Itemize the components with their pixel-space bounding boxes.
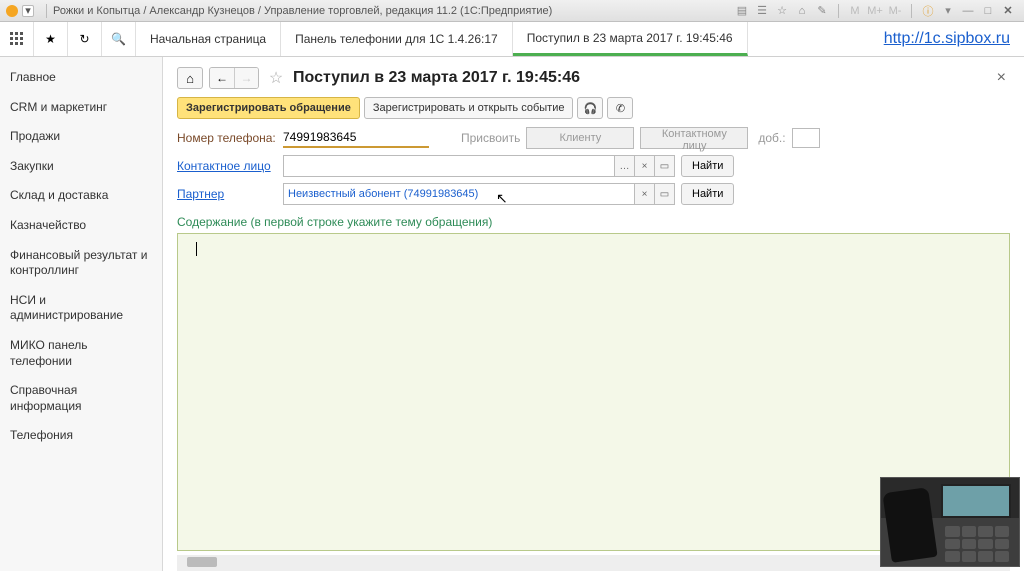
sidebar-item-label: CRM и маркетинг bbox=[10, 100, 107, 114]
button-label: Зарегистрировать обращение bbox=[186, 102, 351, 114]
sidebar-item-telephony[interactable]: Телефония bbox=[0, 421, 162, 451]
button-label: Найти bbox=[692, 188, 723, 200]
sidebar-item-label: Продажи bbox=[10, 129, 60, 143]
search-icon[interactable]: 🔍 bbox=[102, 22, 136, 56]
partner-clear-button[interactable]: × bbox=[635, 183, 655, 205]
top-tabstrip: ★ ↻ 🔍 Начальная страница Панель телефони… bbox=[0, 22, 1024, 57]
apps-grid-icon[interactable] bbox=[0, 22, 34, 56]
divider bbox=[838, 4, 839, 18]
history-icon[interactable]: ↻ bbox=[68, 22, 102, 56]
ext-label: доб.: bbox=[758, 131, 785, 145]
sidebar-item-finance[interactable]: Финансовый результат и контроллинг bbox=[0, 241, 162, 286]
toolbar-icon-2[interactable]: ☰ bbox=[754, 3, 770, 19]
sidebar-item-label: Справочная информация bbox=[10, 383, 82, 413]
tab-telephony-panel[interactable]: Панель телефонии для 1С 1.4.26:17 bbox=[281, 22, 513, 56]
close-page-button[interactable]: × bbox=[993, 69, 1010, 87]
minimize-icon[interactable]: — bbox=[960, 3, 976, 19]
assign-label: Присвоить bbox=[461, 131, 520, 145]
phone-label: Номер телефона: bbox=[177, 131, 277, 145]
info-icon[interactable]: ⓘ bbox=[920, 3, 936, 19]
favorites-star-icon[interactable]: ★ bbox=[34, 22, 68, 56]
sidebar-item-label: Казначейство bbox=[10, 218, 86, 232]
window-titlebar: ▾ Рожки и Копытца / Александр Кузнецов /… bbox=[0, 0, 1024, 22]
toolbar-icon-1[interactable]: ▤ bbox=[734, 3, 750, 19]
window-title: Рожки и Копытца / Александр Кузнецов / У… bbox=[53, 5, 552, 17]
sidebar-item-label: Финансовый результат и контроллинг bbox=[10, 248, 147, 278]
partner-label-link[interactable]: Партнер bbox=[177, 187, 277, 201]
external-link[interactable]: http://1c.sipbox.ru bbox=[870, 22, 1024, 56]
sidebar-item-crm[interactable]: CRM и маркетинг bbox=[0, 93, 162, 123]
sidebar-item-main[interactable]: Главное bbox=[0, 63, 162, 93]
phone-input[interactable] bbox=[283, 128, 429, 148]
contact-input[interactable] bbox=[283, 155, 615, 177]
partner-input[interactable] bbox=[283, 183, 635, 205]
webcam-overlay bbox=[880, 477, 1020, 567]
register-open-event-button[interactable]: Зарегистрировать и открыть событие bbox=[364, 97, 574, 119]
back-button[interactable]: ← bbox=[210, 68, 234, 88]
assign-client-button[interactable]: Клиенту bbox=[526, 127, 634, 149]
assign-contact-button[interactable]: Контактному лицу bbox=[640, 127, 748, 149]
scrollbar-thumb[interactable] bbox=[187, 557, 217, 567]
close-icon[interactable]: ✕ bbox=[1000, 3, 1016, 19]
toolbar-icon-5[interactable]: ✎ bbox=[814, 3, 830, 19]
favorite-star-icon[interactable]: ☆ bbox=[265, 68, 287, 88]
sidebar-item-treasury[interactable]: Казначейство bbox=[0, 211, 162, 241]
contact-clear-button[interactable]: × bbox=[635, 155, 655, 177]
partner-find-button[interactable]: Найти bbox=[681, 183, 734, 205]
text-cursor bbox=[196, 242, 197, 256]
divider bbox=[46, 4, 47, 18]
tab-home[interactable]: Начальная страница bbox=[136, 22, 281, 56]
page-title: Поступил в 23 марта 2017 г. 19:45:46 bbox=[293, 69, 580, 87]
sidebar-item-purchases[interactable]: Закупки bbox=[0, 152, 162, 182]
sidebar: Главное CRM и маркетинг Продажи Закупки … bbox=[0, 57, 163, 571]
home-button[interactable]: ⌂ bbox=[177, 67, 203, 89]
register-request-button[interactable]: Зарегистрировать обращение bbox=[177, 97, 360, 119]
toolbar-m-plus[interactable]: M+ bbox=[867, 3, 883, 19]
sidebar-item-reference[interactable]: Справочная информация bbox=[0, 376, 162, 421]
sidebar-item-miko[interactable]: МИКО панель телефонии bbox=[0, 331, 162, 376]
nav-back-forward: ← → bbox=[209, 67, 259, 89]
toolbar-icon-3[interactable]: ☆ bbox=[774, 3, 790, 19]
sidebar-item-label: Закупки bbox=[10, 159, 54, 173]
sidebar-item-label: НСИ и администрирование bbox=[10, 293, 123, 323]
forward-button[interactable]: → bbox=[234, 68, 258, 88]
partner-open-button[interactable]: ▭ bbox=[655, 183, 675, 205]
sidebar-item-sales[interactable]: Продажи bbox=[0, 122, 162, 152]
button-label: Зарегистрировать и открыть событие bbox=[373, 102, 565, 114]
app-menu-dropdown[interactable]: ▾ bbox=[22, 5, 34, 17]
contact-find-button[interactable]: Найти bbox=[681, 155, 734, 177]
headset-icon-button[interactable]: 🎧 bbox=[577, 97, 603, 119]
sipbox-link[interactable]: http://1c.sipbox.ru bbox=[884, 30, 1010, 48]
maximize-icon[interactable]: □ bbox=[980, 3, 996, 19]
sidebar-item-label: МИКО панель телефонии bbox=[10, 338, 87, 368]
app-badge-icon bbox=[6, 5, 18, 17]
sidebar-item-label: Главное bbox=[10, 70, 56, 84]
button-label: Контактному лицу bbox=[662, 128, 727, 152]
toolbar-m[interactable]: M bbox=[847, 3, 863, 19]
sidebar-item-label: Телефония bbox=[10, 428, 73, 442]
divider bbox=[911, 4, 912, 18]
dropdown-icon[interactable]: ▾ bbox=[940, 3, 956, 19]
tab-label: Панель телефонии для 1С 1.4.26:17 bbox=[295, 32, 498, 46]
tab-incoming-call[interactable]: Поступил в 23 марта 2017 г. 19:45:46 bbox=[513, 22, 748, 56]
sidebar-item-nsi[interactable]: НСИ и администрирование bbox=[0, 286, 162, 331]
button-label: Найти bbox=[692, 160, 723, 172]
call-icon-button[interactable]: ✆ bbox=[607, 97, 633, 119]
toolbar-m-minus[interactable]: M- bbox=[887, 3, 903, 19]
button-label: Клиенту bbox=[559, 132, 601, 144]
contact-label-link[interactable]: Контактное лицо bbox=[177, 159, 277, 173]
ext-input[interactable] bbox=[792, 128, 820, 148]
contact-open-button[interactable]: ▭ bbox=[655, 155, 675, 177]
sidebar-item-label: Склад и доставка bbox=[10, 188, 108, 202]
toolbar-icon-4[interactable]: ⌂ bbox=[794, 3, 810, 19]
tab-label: Поступил в 23 марта 2017 г. 19:45:46 bbox=[527, 31, 733, 45]
content-hint-label: Содержание (в первой строке укажите тему… bbox=[177, 215, 1010, 229]
contact-more-button[interactable]: … bbox=[615, 155, 635, 177]
sidebar-item-warehouse[interactable]: Склад и доставка bbox=[0, 181, 162, 211]
tab-label: Начальная страница bbox=[150, 32, 266, 46]
